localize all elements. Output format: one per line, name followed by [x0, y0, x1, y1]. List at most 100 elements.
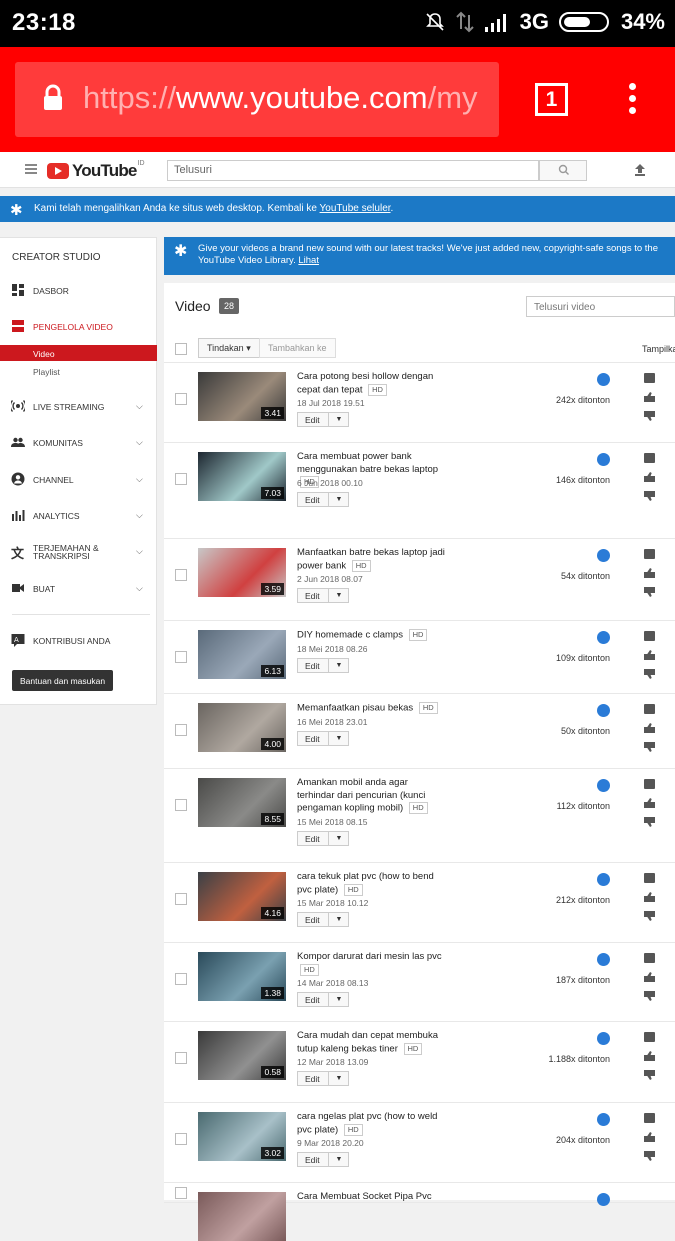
video-thumbnail[interactable]: 0.58	[198, 1031, 286, 1080]
video-thumbnail[interactable]: 4.16	[198, 872, 286, 921]
video-search-input[interactable]: Telusuri video	[526, 296, 675, 317]
caret-down-icon[interactable]: ▼	[328, 589, 349, 602]
sidebar-item-terjemahan[interactable]: 文 TERJEMAHAN & TRANSKRIPSI ⌵	[0, 540, 157, 566]
edit-label: Edit	[305, 660, 320, 671]
video-title[interactable]: cara ngelas plat pvc (how to weld pvc pl…	[297, 1111, 447, 1137]
video-title[interactable]: Amankan mobil anda agar terhindar dari p…	[297, 777, 447, 815]
row-checkbox[interactable]	[175, 473, 187, 485]
table-row[interactable]: 1.38 Kompor darurat dari mesin las pvc H…	[164, 943, 675, 1022]
sidebar-item-label: BUAT	[33, 584, 56, 594]
video-title[interactable]: Cara mudah dan cepat membuka tutup kalen…	[297, 1030, 447, 1056]
bulk-actions-toolbar: Tindakan ▾ Tambahkan ke Tampilkan	[164, 335, 675, 363]
select-all-checkbox[interactable]	[175, 343, 187, 355]
video-thumbnail[interactable]: 3.02	[198, 1112, 286, 1161]
youtube-logo[interactable]: YouTube ID	[47, 160, 145, 181]
sidebar-item-label: PENGELOLA VIDEO	[33, 322, 113, 332]
row-checkbox[interactable]	[175, 1187, 187, 1199]
caret-down-icon[interactable]: ▼	[328, 831, 349, 845]
video-thumbnail[interactable]: 7.03	[198, 452, 286, 501]
search-input[interactable]: Telusuri	[167, 160, 539, 181]
table-row[interactable]: 7.03 Cara membuat power bank menggunakan…	[164, 443, 675, 539]
notice-link[interactable]: Lihat	[298, 255, 319, 266]
edit-button[interactable]: Edit ▼	[297, 830, 349, 846]
edit-button[interactable]: Edit ▼	[297, 912, 349, 927]
video-title[interactable]: Cara potong besi hollow dengan cepat dan…	[297, 371, 447, 397]
video-thumbnail[interactable]: 3.59	[198, 548, 286, 597]
video-thumbnail[interactable]: 1.38	[198, 952, 286, 1001]
upload-icon[interactable]	[633, 163, 647, 177]
add-to-button[interactable]: Tambahkan ke	[259, 338, 336, 358]
video-title[interactable]: cara tekuk plat pvc (how to bend pvc pla…	[297, 871, 447, 897]
table-row[interactable]: 3.02 cara ngelas plat pvc (how to weld p…	[164, 1103, 675, 1183]
edit-button[interactable]: Edit ▼	[297, 1071, 349, 1086]
help-feedback-button[interactable]: Bantuan dan masukan	[12, 670, 114, 691]
caret-down-icon[interactable]: ▼	[328, 1153, 349, 1166]
row-checkbox[interactable]	[175, 569, 187, 581]
video-title[interactable]: Kompor darurat dari mesin las pvc HD	[297, 951, 447, 977]
video-thumbnail[interactable]: 6.13	[198, 630, 286, 679]
table-row[interactable]: 0.58 Cara mudah dan cepat membuka tutup …	[164, 1022, 675, 1103]
row-checkbox[interactable]	[175, 973, 187, 985]
edit-button[interactable]: Edit ▼	[297, 588, 349, 603]
overflow-menu-icon[interactable]	[625, 83, 639, 119]
url-text[interactable]: https://www.youtube.com/my	[83, 80, 478, 116]
view-label[interactable]: Tampilkan	[642, 344, 675, 354]
edit-button[interactable]: Edit ▼	[297, 1152, 349, 1167]
video-title[interactable]: DIY homemade c clamps HD	[297, 629, 447, 642]
sidebar-item-channel[interactable]: CHANNEL ⌵	[0, 468, 157, 490]
caret-down-icon[interactable]: ▼	[328, 658, 349, 672]
row-checkbox[interactable]	[175, 799, 187, 811]
edit-button[interactable]: Edit ▼	[297, 657, 349, 673]
sidebar-subitem-playlist[interactable]: Playlist	[0, 363, 157, 379]
table-row[interactable]: 4.00 Memanfaatkan pisau bekas HD 16 Mei …	[164, 694, 675, 769]
row-checkbox[interactable]	[175, 1133, 187, 1145]
row-checkbox[interactable]	[175, 393, 187, 405]
table-row[interactable]: 3.59 Manfaatkan batre bekas laptop jadi …	[164, 539, 675, 621]
caret-down-icon[interactable]: ▼	[328, 413, 349, 426]
sidebar-item-kontribusi[interactable]: A KONTRIBUSI ANDA	[0, 629, 157, 651]
sidebar-item-komunitas[interactable]: KOMUNITAS ⌵	[0, 431, 157, 453]
table-row[interactable]: Cara Membuat Socket Pipa Pvc	[164, 1183, 675, 1241]
tab-switcher-button[interactable]: 1	[535, 83, 568, 116]
video-title[interactable]: Cara Membuat Socket Pipa Pvc	[297, 1191, 447, 1204]
caret-down-icon[interactable]: ▼	[328, 493, 349, 506]
edit-button[interactable]: Edit ▼	[297, 492, 349, 507]
row-checkbox[interactable]	[175, 1052, 187, 1064]
desktop-site-banner: ✱ Kami telah mengalihkan Anda ke situs w…	[0, 196, 675, 222]
caret-down-icon[interactable]: ▼	[328, 993, 349, 1006]
sidebar-subitem-video[interactable]: Video	[0, 345, 157, 361]
caret-down-icon[interactable]: ▼	[328, 913, 349, 926]
sidebar-item-analytics[interactable]: ANALYTICS ⌵	[0, 504, 157, 526]
edit-button[interactable]: Edit ▼	[297, 412, 349, 427]
caret-down-icon[interactable]: ▼	[328, 731, 349, 745]
video-stats	[644, 549, 658, 606]
video-thumbnail[interactable]	[198, 1192, 286, 1241]
row-checkbox[interactable]	[175, 724, 187, 736]
sidebar-item-dasbor[interactable]: DASBOR	[0, 279, 157, 301]
video-title[interactable]: Manfaatkan batre bekas laptop jadi power…	[297, 547, 447, 573]
sidebar-item-live-streaming[interactable]: LIVE STREAMING ⌵	[0, 395, 157, 417]
video-title[interactable]: Memanfaatkan pisau bekas HD	[297, 702, 447, 715]
edit-button[interactable]: Edit ▼	[297, 730, 349, 746]
address-bar[interactable]: https://www.youtube.com/my	[15, 62, 499, 137]
row-checkbox[interactable]	[175, 651, 187, 663]
edit-button[interactable]: Edit ▼	[297, 992, 349, 1007]
sidebar-item-pengelola-video[interactable]: PENGELOLA VIDEO	[0, 315, 157, 337]
hamburger-menu-icon[interactable]	[25, 164, 37, 176]
actions-dropdown[interactable]: Tindakan ▾	[198, 338, 260, 358]
table-row[interactable]: 4.16 cara tekuk plat pvc (how to bend pv…	[164, 863, 675, 943]
caret-down-icon[interactable]: ▼	[328, 1072, 349, 1085]
video-thumbnail[interactable]: 4.00	[198, 703, 286, 752]
mobile-youtube-link[interactable]: YouTube seluler	[320, 203, 391, 214]
search-button[interactable]	[539, 160, 587, 181]
edit-label: Edit	[305, 1155, 320, 1165]
dislike-icon	[644, 991, 655, 1001]
table-row[interactable]: 6.13 DIY homemade c clamps HD 18 Mei 201…	[164, 621, 675, 694]
video-thumbnail[interactable]: 3.41	[198, 372, 286, 421]
sidebar-item-buat[interactable]: BUAT ⌵	[0, 577, 157, 599]
video-thumbnail[interactable]: 8.55	[198, 778, 286, 827]
table-row[interactable]: 3.41 Cara potong besi hollow dengan cepa…	[164, 363, 675, 443]
row-checkbox[interactable]	[175, 893, 187, 905]
like-icon	[644, 1051, 655, 1061]
table-row[interactable]: 8.55 Amankan mobil anda agar terhindar d…	[164, 769, 675, 863]
